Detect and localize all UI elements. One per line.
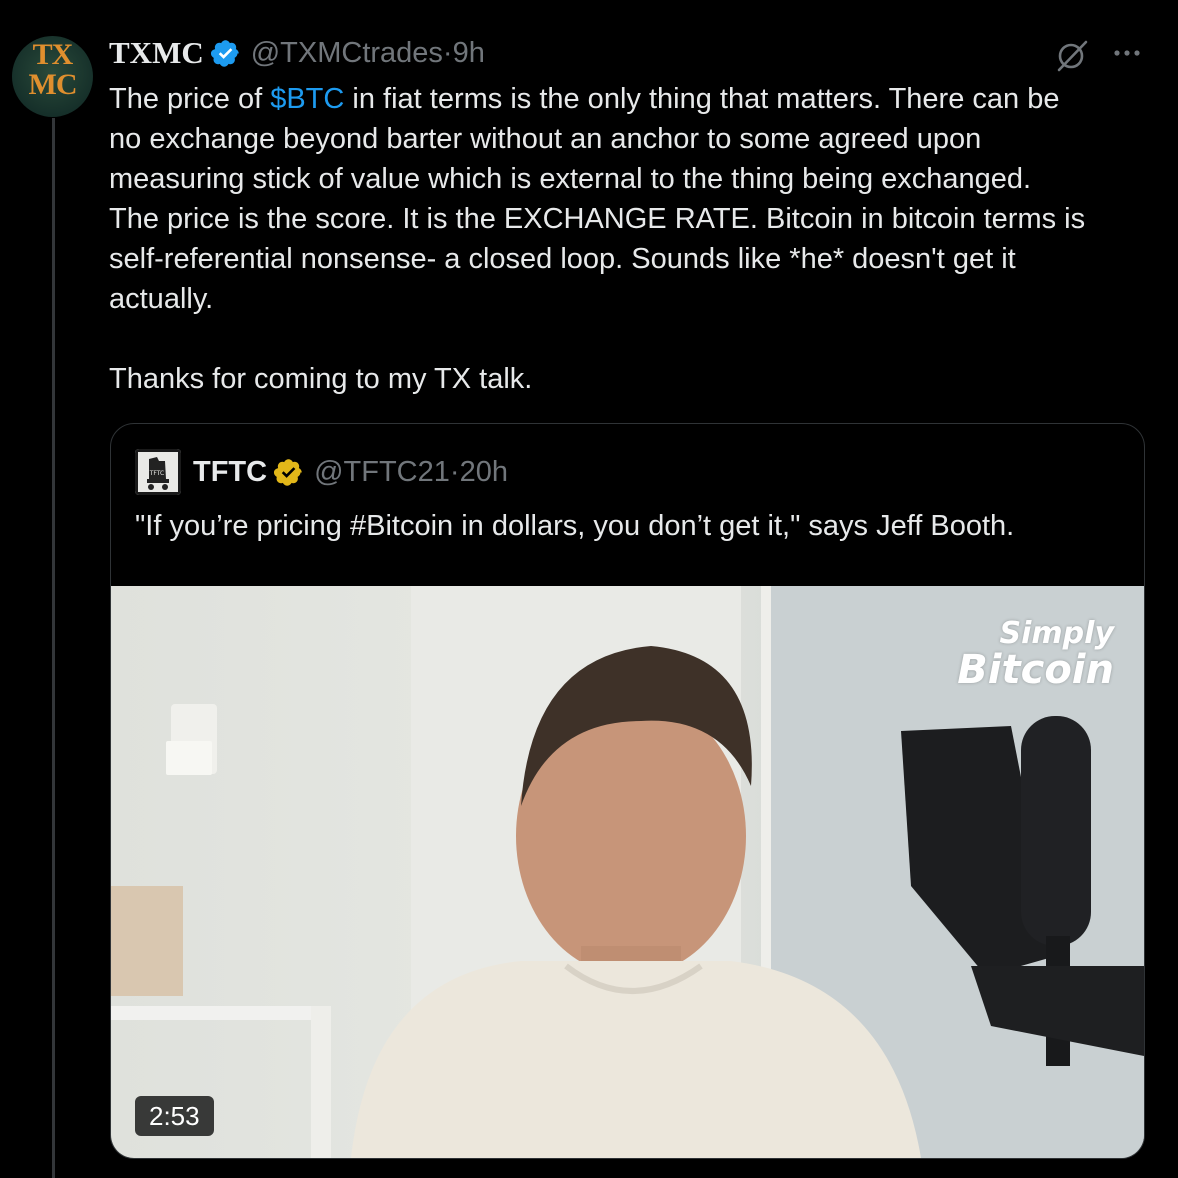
video-duration-badge: 2:53 [135,1096,214,1136]
author-handle[interactable]: @TXMCtrades [251,37,443,70]
video-player[interactable]: Simply Bitcoin 2:53 [111,586,1144,1158]
quoted-timestamp[interactable]: 20h [460,456,508,489]
thread-connector-line [52,118,55,1178]
separator-dot: · [449,455,460,488]
quoted-tweet-text: "If you’re pricing #Bitcoin in dollars, … [135,510,1015,542]
author-display-name[interactable]: TXMC [109,35,204,71]
verified-badge-icon[interactable] [210,38,241,69]
tweet-text-part: in fiat terms is the only thing that mat… [109,83,1086,395]
avatar-logo: TX MC [12,40,93,100]
cashtag-link[interactable]: $BTC [270,83,344,115]
more-options-icon[interactable] [1112,48,1142,58]
avatar-text-bottom: MC [28,68,78,101]
video-watermark: Simply Bitcoin [957,616,1114,693]
verified-gold-badge-icon[interactable] [273,457,304,488]
quoted-avatar[interactable]: TFTC [135,449,181,495]
watermark-line1: Simply [999,616,1114,651]
quoted-handle[interactable]: @TFTC21 [314,456,450,489]
tweet-text-part: The price of [109,83,271,115]
quoted-tweet-card[interactable]: TFTC TFTC @TFTC21 · 20h "If you’re prici… [110,423,1145,1159]
svg-text:TFTC: TFTC [149,470,165,477]
separator-dot: · [442,36,453,69]
quoted-display-name[interactable]: TFTC [193,456,267,489]
avatar-text-top: TX [32,38,74,71]
trojan-horse-logo-icon: TFTC [135,449,181,495]
quoted-tweet-header: TFTC TFTC @TFTC21 · 20h [135,449,508,495]
avatar[interactable]: TX MC [12,36,93,117]
grok-icon[interactable] [1055,38,1089,72]
watermark-line2: Bitcoin [957,647,1114,693]
tweet-text: The price of $BTC in fiat terms is the o… [109,79,1149,399]
tweet-header: TXMC @TXMCtrades · 9h [109,33,485,73]
tweet-timestamp[interactable]: 9h [453,37,485,70]
